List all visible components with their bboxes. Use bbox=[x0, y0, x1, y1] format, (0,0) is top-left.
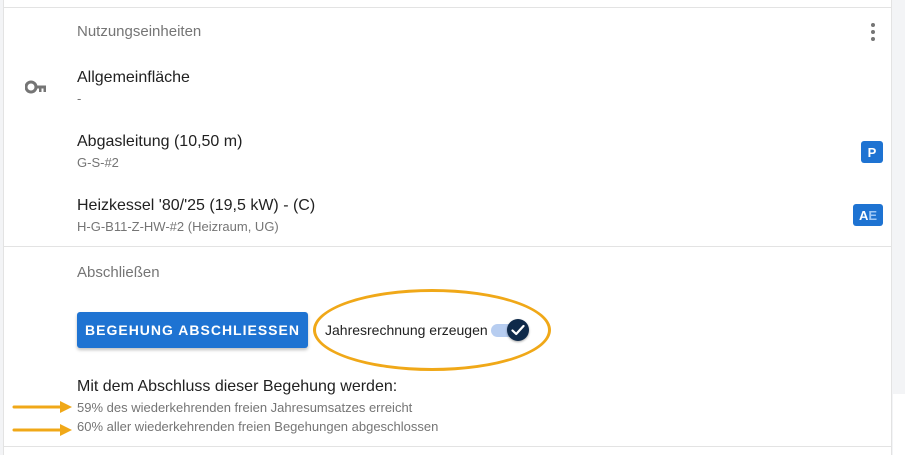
unit-item-subtitle: H-G-B11-Z-HW-#2 (Heizraum, UG) bbox=[77, 219, 279, 234]
summary-line: 59% des wiederkehrenden freien Jahresums… bbox=[77, 400, 413, 415]
badge-label: P bbox=[867, 144, 877, 160]
unit-item-title: Allgemeinfläche bbox=[77, 69, 190, 86]
key-icon bbox=[25, 80, 46, 94]
more-vert-icon[interactable] bbox=[864, 22, 882, 42]
annotation-arrow-icon bbox=[12, 424, 72, 436]
summary-line: 60% aller wiederkehrenden freien Begehun… bbox=[77, 419, 439, 434]
background-strip bbox=[893, 394, 905, 455]
unit-item-subtitle: - bbox=[77, 91, 82, 106]
divider bbox=[4, 7, 891, 8]
unit-item-title: Heizkessel '80/'25 (19,5 kW) - (C) bbox=[77, 197, 316, 214]
unit-item-title: Abgasleitung (10,50 m) bbox=[77, 133, 243, 150]
badge-label-e: E bbox=[868, 207, 878, 223]
close-section-label: Abschließen bbox=[77, 264, 160, 281]
unit-item-subtitle: G-S-#2 bbox=[77, 155, 119, 170]
inspection-card: Nutzungseinheiten Allgemeinfläche - Abga… bbox=[3, 0, 892, 455]
annotation-ellipse bbox=[313, 289, 551, 371]
summary-heading: Mit dem Abschluss dieser Begehung werden… bbox=[77, 378, 398, 395]
divider bbox=[4, 446, 891, 447]
close-inspection-button[interactable]: BEGEHUNG ABSCHLIESSEN bbox=[77, 312, 308, 348]
ae-badge: AE bbox=[853, 204, 883, 226]
annotation-arrow-icon bbox=[12, 401, 72, 413]
p-badge: P bbox=[861, 141, 883, 163]
units-section-label: Nutzungseinheiten bbox=[77, 23, 202, 40]
divider bbox=[4, 246, 891, 247]
badge-label-a: A bbox=[858, 207, 869, 223]
